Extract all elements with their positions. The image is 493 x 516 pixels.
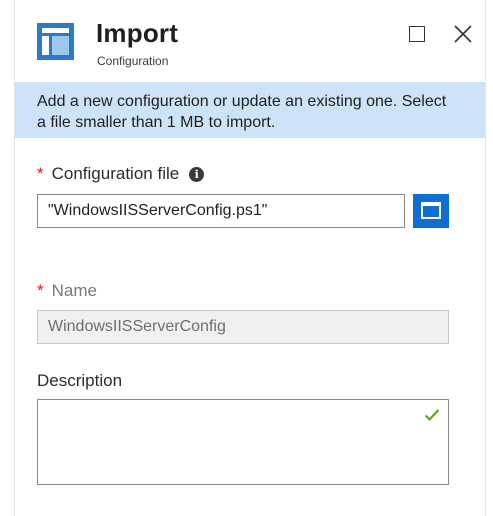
checkmark-icon [424, 409, 440, 421]
info-icon[interactable]: i [189, 167, 205, 182]
close-button[interactable] [451, 22, 475, 46]
info-banner: Add a new configuration or update an exi… [15, 82, 485, 138]
blade-title: Import [96, 18, 179, 48]
maximize-button[interactable] [407, 24, 429, 46]
name-input [37, 310, 449, 344]
info-banner-text: Add a new configuration or update an exi… [37, 93, 447, 131]
blade-subtitle: Configuration [97, 54, 169, 68]
required-marker: * [37, 164, 44, 183]
description-label: Description [37, 371, 123, 390]
close-icon [454, 25, 472, 43]
configuration-blade-icon [37, 23, 74, 60]
name-label: Name [51, 281, 97, 300]
description-label-row: Description [37, 371, 122, 391]
maximize-icon [409, 26, 425, 42]
browse-file-button[interactable] [413, 194, 449, 228]
required-marker: * [37, 281, 44, 300]
configuration-file-label-row: * Configuration file i [37, 164, 205, 184]
import-blade: Import Configuration Add a new configura… [14, 0, 486, 516]
blade-header: Import Configuration [15, 0, 485, 82]
name-label-row: * Name [37, 281, 97, 301]
configuration-file-label: Configuration file [51, 164, 180, 183]
configuration-file-input[interactable] [37, 194, 405, 228]
description-textarea[interactable] [37, 399, 449, 485]
folder-browse-icon [421, 202, 441, 219]
